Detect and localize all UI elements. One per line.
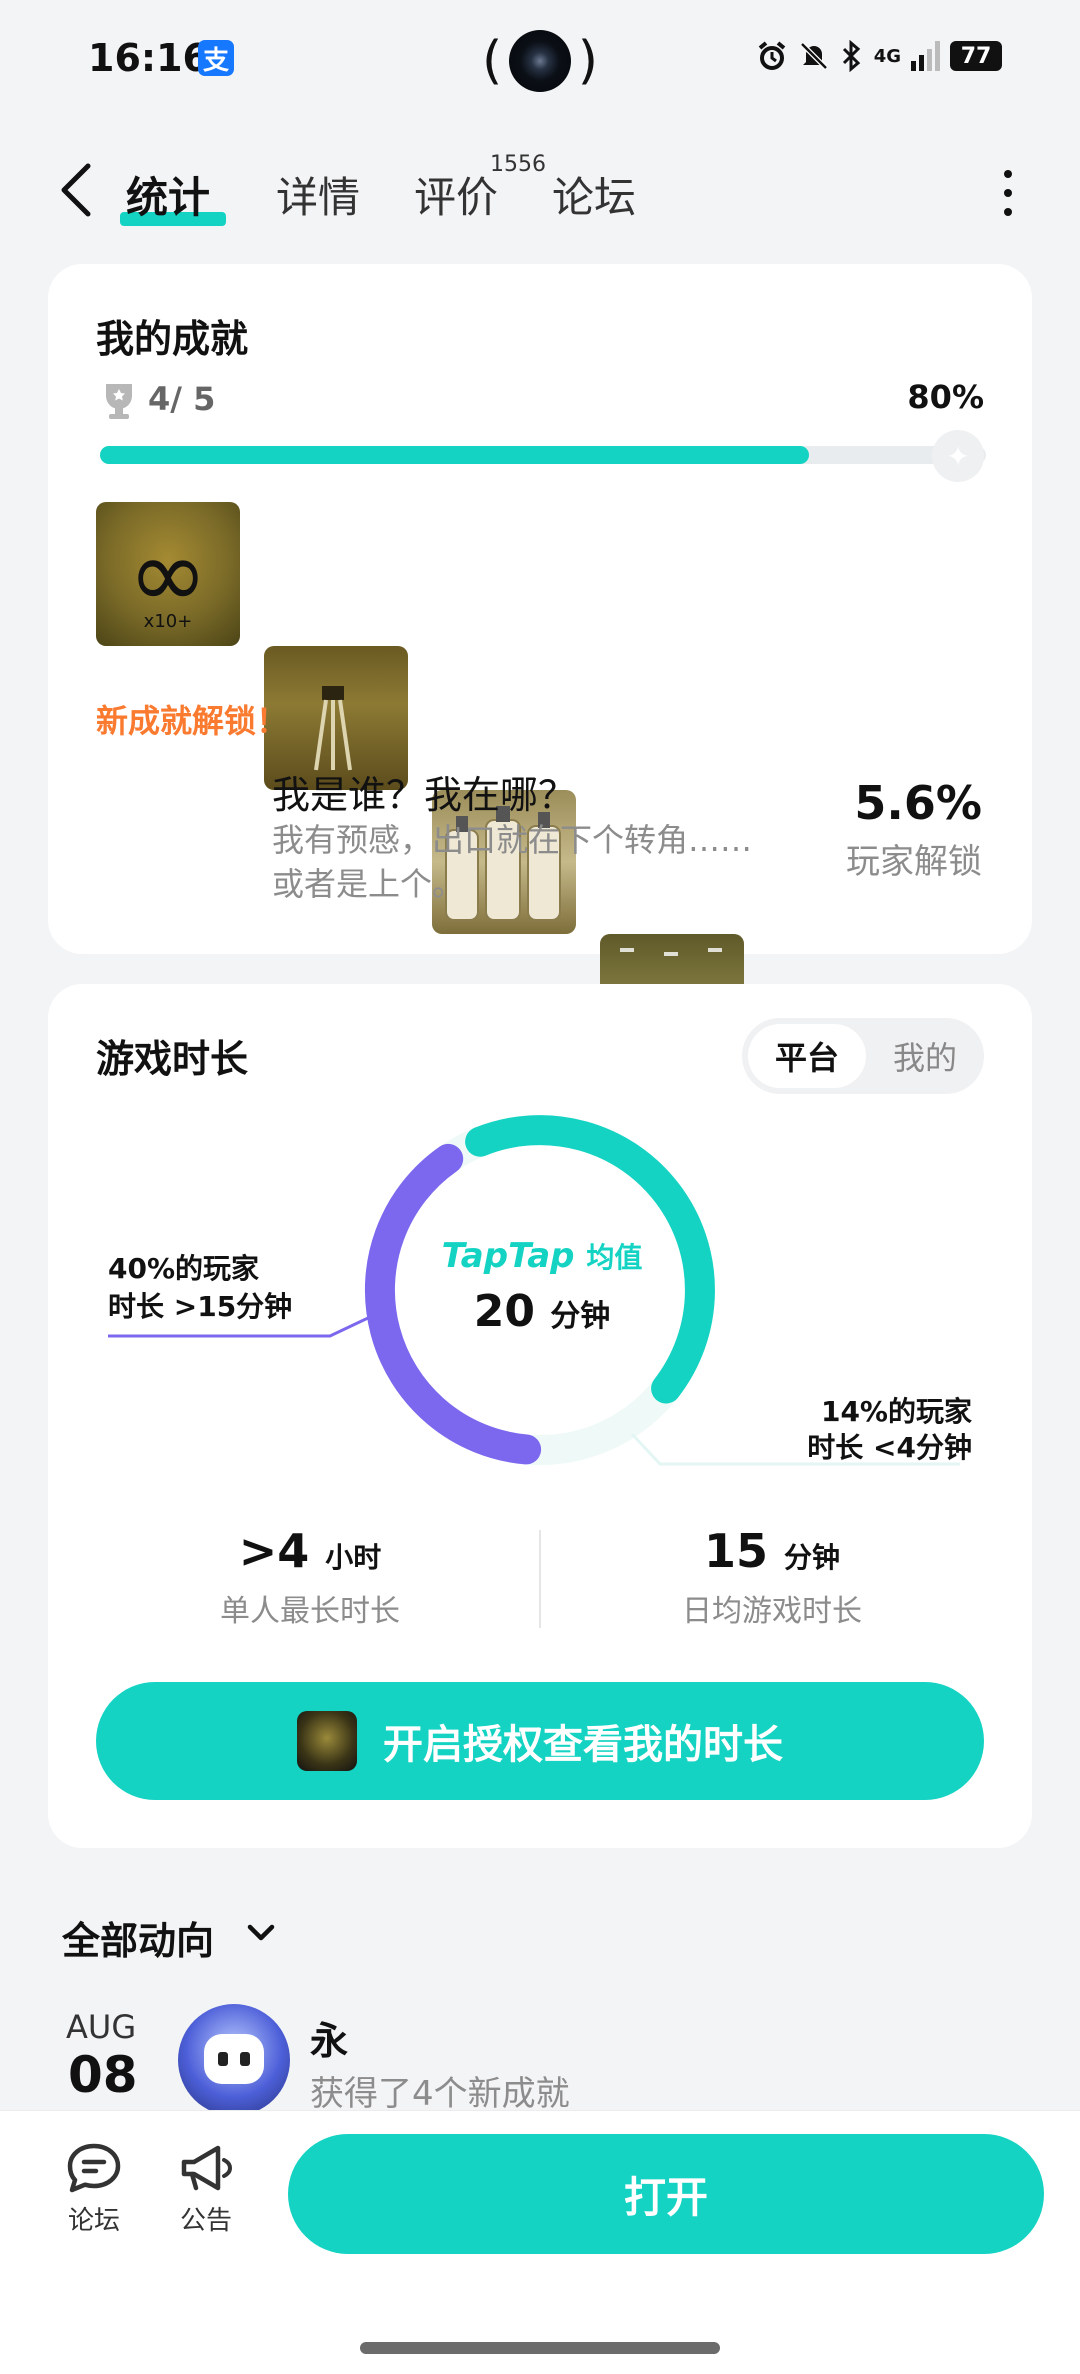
stat-daily-label: 日均游戏时长 [682,1594,862,1629]
home-indicator[interactable] [360,2342,720,2354]
open-game-button[interactable]: 打开 [288,2134,1044,2254]
avg-unit: 分钟 [550,1299,611,1334]
brand-name: TapTap [441,1236,575,1276]
feed-title[interactable]: 全部动向 [62,1910,214,1965]
taptap-brand: TapTap 均值 [436,1236,648,1276]
brand-avg-label: 均值 [586,1241,643,1274]
feed-user-name[interactable]: 永 [310,2010,348,2065]
right-note: 14%的玩家 时长 <4分钟 [792,1394,972,1466]
left-note-line-2: 时长 >15分钟 [108,1290,293,1323]
chevron-down-icon[interactable] [244,1918,278,1948]
stat-max-number: >4 [238,1524,310,1578]
right-note-line-2: 时长 <4分钟 [807,1431,972,1464]
stat-divider [539,1530,541,1628]
stat-max-label: 单人最长时长 [220,1594,400,1629]
stat-daily-number: 15 [703,1524,768,1578]
authorize-playtime-button[interactable]: 开启授权查看我的时长 [96,1682,984,1800]
stat-max-value: >4 小时 [150,1524,470,1578]
feed-month: AUG [66,2008,137,2046]
left-note: 40%的玩家 时长 >15分钟 [108,1250,292,1326]
stat-max-unit: 小时 [325,1541,382,1574]
avg-value: 20 [473,1286,535,1337]
notice-label: 公告 [179,2206,232,2236]
megaphone-icon [181,2145,233,2191]
forum-button[interactable]: 论坛 [44,2140,144,2237]
stat-daily-average: 15 分钟 日均游戏时长 [612,1524,932,1630]
stat-daily-value: 15 分钟 [612,1524,932,1578]
authorize-label: 开启授权查看我的时长 [383,1722,783,1768]
left-note-line-1: 40%的玩家 [108,1252,260,1285]
feed-desc: 获得了4个新成就 [310,2074,570,2114]
avatar[interactable] [178,2004,290,2116]
game-icon [297,1711,357,1771]
average-playtime: 20 分钟 [436,1286,648,1337]
forum-label: 论坛 [67,2206,120,2236]
chat-bubble-icon [67,2143,121,2193]
notice-button[interactable]: 公告 [156,2140,256,2237]
right-note-line-1: 14%的玩家 [820,1395,972,1428]
stat-max-session: >4 小时 单人最长时长 [150,1524,470,1630]
feed-day: 08 [68,2046,138,2104]
robot-avatar-icon [204,2034,264,2084]
stat-daily-unit: 分钟 [784,1541,841,1574]
